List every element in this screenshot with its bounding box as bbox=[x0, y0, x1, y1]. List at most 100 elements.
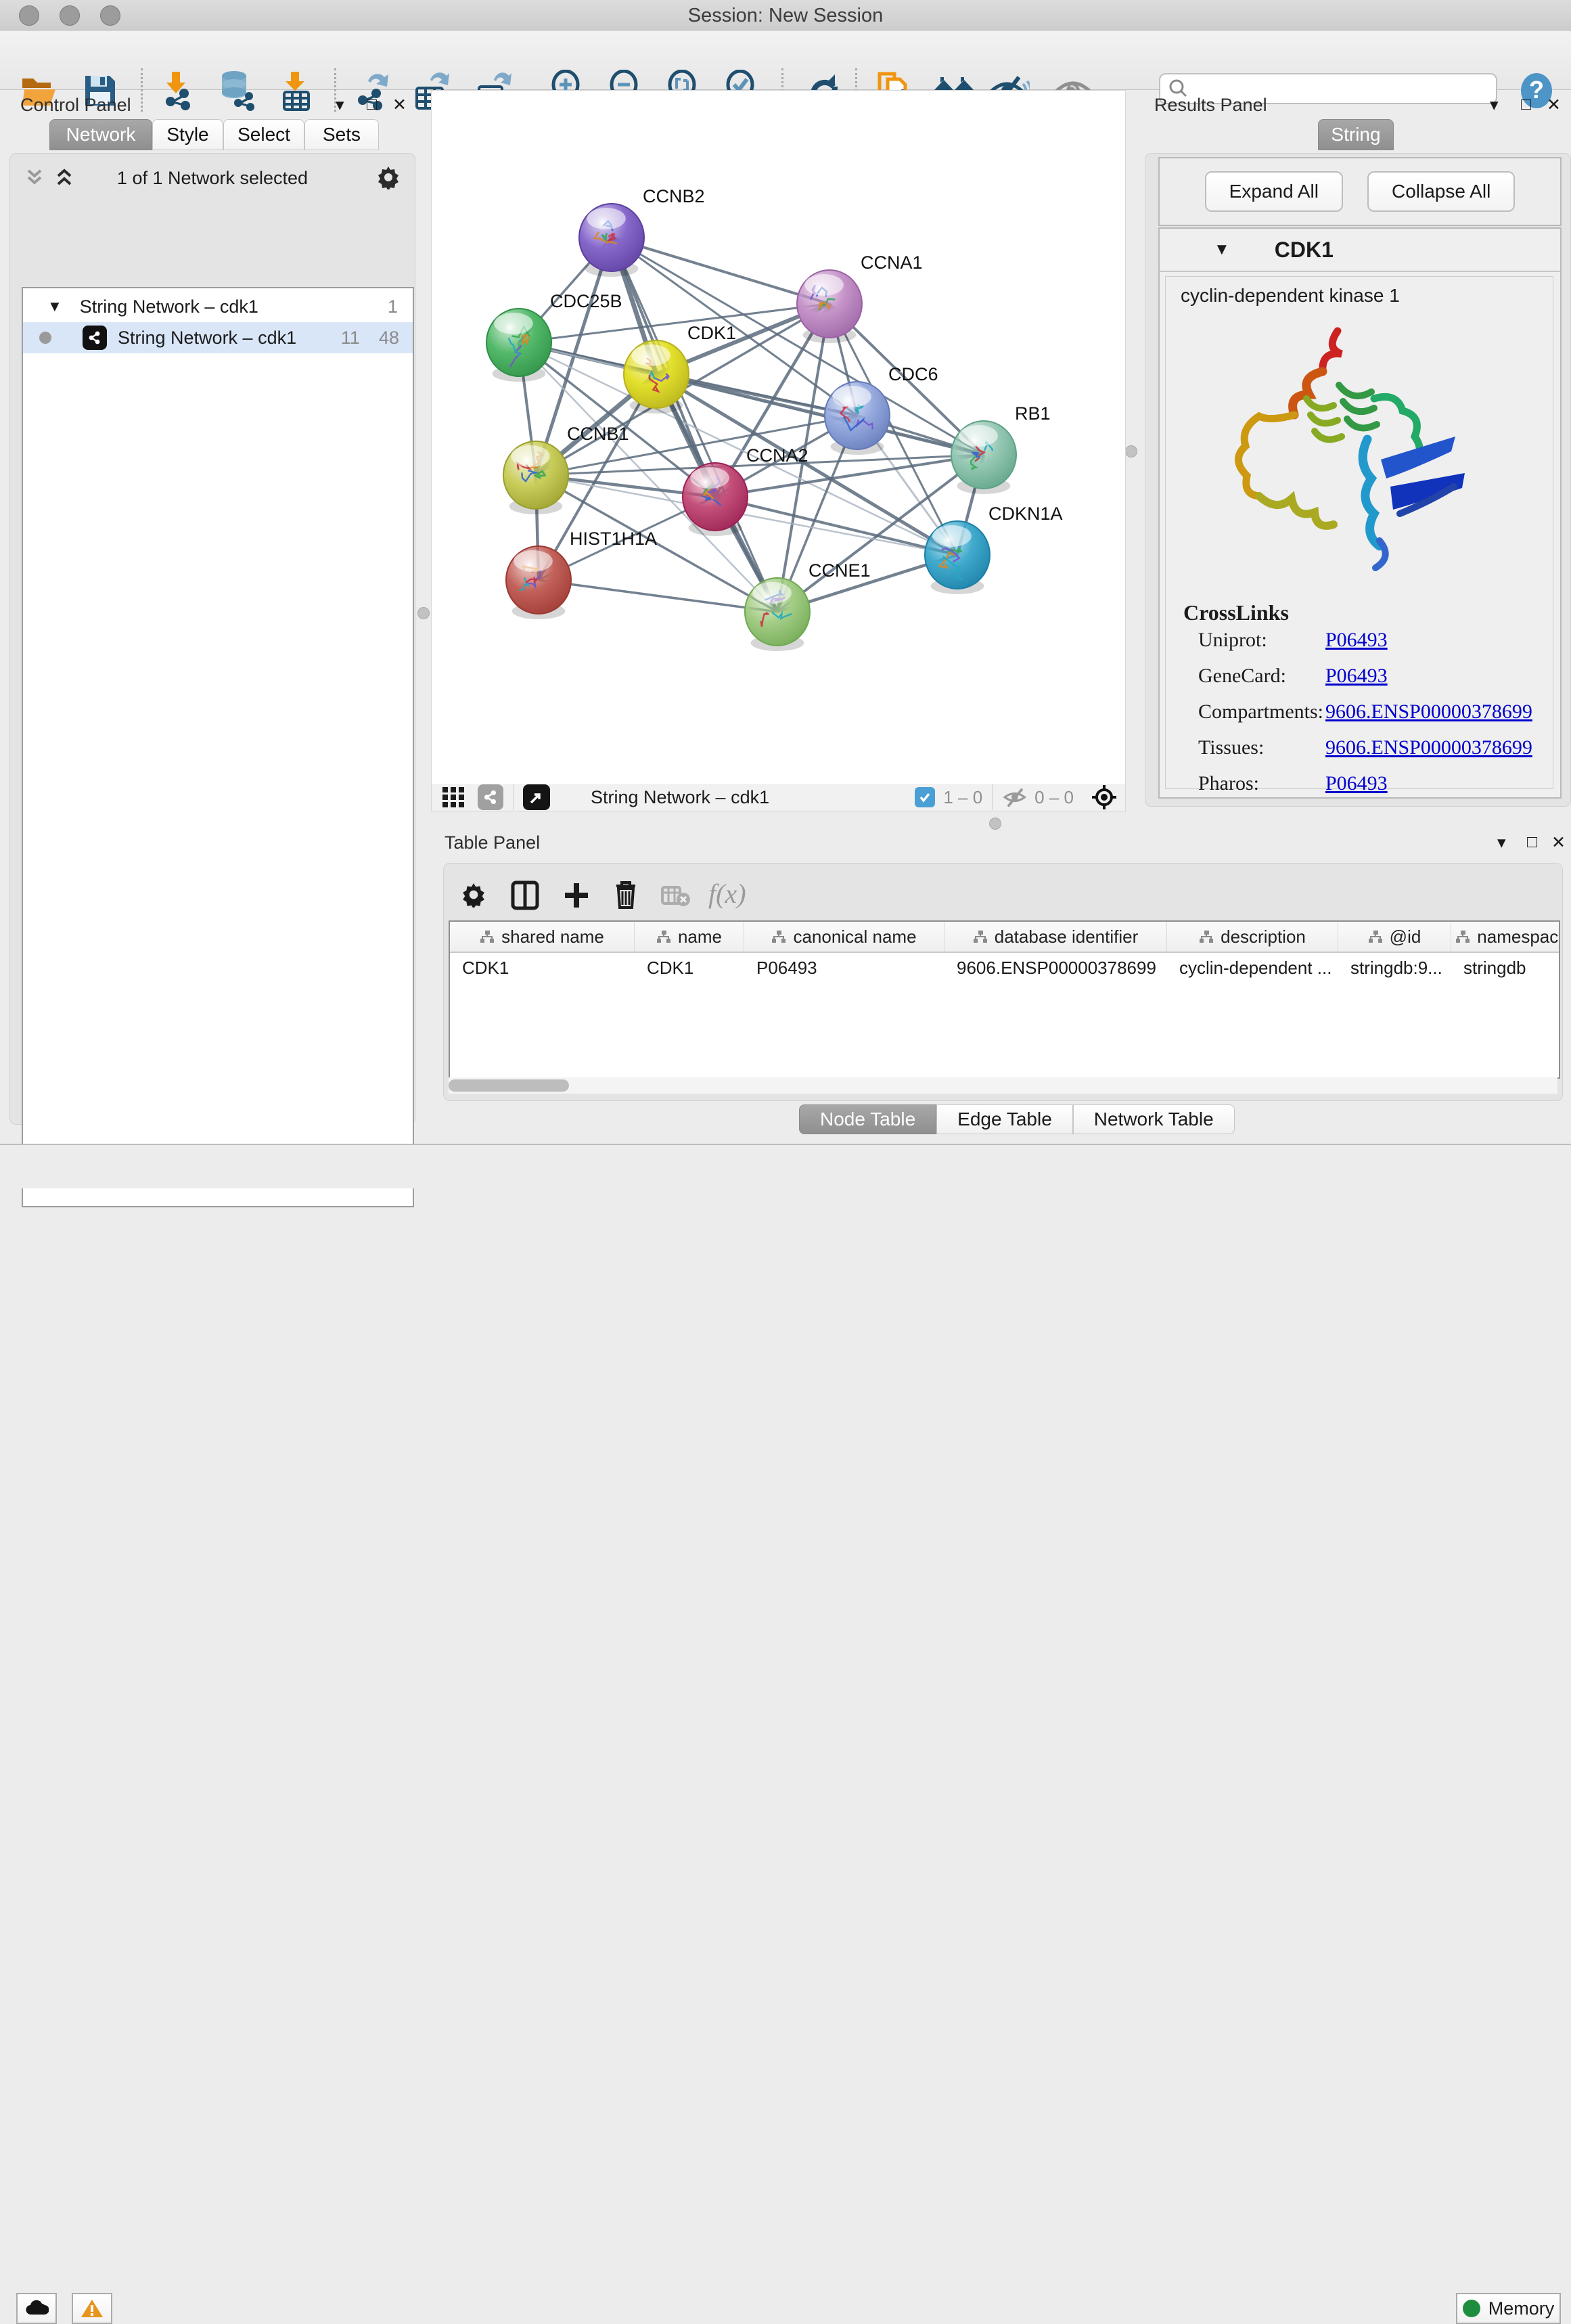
show-columns-icon[interactable] bbox=[511, 880, 539, 910]
tab-network[interactable]: Network bbox=[49, 119, 152, 150]
collapse-all-button[interactable]: Collapse All bbox=[1367, 171, 1515, 212]
left-splitter-handle[interactable] bbox=[417, 607, 430, 619]
hierarchy-icon bbox=[1455, 930, 1470, 943]
table-cell[interactable]: CDK1 bbox=[450, 953, 635, 983]
table-cell[interactable]: CDK1 bbox=[635, 953, 744, 983]
network-edge[interactable] bbox=[612, 238, 777, 612]
hierarchy-icon bbox=[771, 930, 786, 943]
network-selection-status: 1 of 1 Network selected bbox=[9, 168, 415, 189]
warning-status-button[interactable] bbox=[72, 2293, 112, 2324]
crosslink-link[interactable]: P06493 bbox=[1325, 772, 1388, 795]
node-label-ccne1: CCNE1 bbox=[809, 560, 871, 581]
protein-structure-image bbox=[1197, 317, 1481, 588]
cloud-icon bbox=[24, 2300, 49, 2317]
column-header-description[interactable]: description bbox=[1167, 922, 1338, 952]
crosslink-link[interactable]: 9606.ENSP00000378699 bbox=[1325, 736, 1532, 759]
table-panel-float-icon[interactable]: □ bbox=[1527, 832, 1537, 852]
table-panel-close-icon[interactable]: ✕ bbox=[1551, 832, 1566, 853]
column-header--id[interactable]: @id bbox=[1338, 922, 1451, 952]
network-edge[interactable] bbox=[612, 238, 829, 304]
table-cell[interactable]: stringdb bbox=[1451, 953, 1560, 983]
table-cell[interactable]: cyclin-dependent ... bbox=[1167, 953, 1338, 983]
node-label-ccnb1: CCNB1 bbox=[567, 424, 629, 444]
control-panel-close-icon[interactable]: ✕ bbox=[392, 95, 407, 115]
table-row[interactable]: CDK1CDK1P064939606.ENSP00000378699cyclin… bbox=[450, 953, 1559, 983]
network-view-toolbar: String Network – cdk1 1 – 0 0 – 0 bbox=[431, 784, 1126, 811]
birds-eye-view-icon[interactable] bbox=[441, 786, 467, 809]
tab-edge-table[interactable]: Edge Table bbox=[936, 1104, 1073, 1134]
crosslink-link[interactable]: 9606.ENSP00000378699 bbox=[1325, 700, 1532, 723]
memory-button[interactable]: Memory bbox=[1456, 2293, 1561, 2324]
results-panel-close-icon[interactable]: ✕ bbox=[1547, 95, 1561, 115]
gene-description: cyclin-dependent kinase 1 bbox=[1181, 285, 1400, 307]
function-builder-icon[interactable]: f(x) bbox=[708, 878, 746, 910]
table-header-row: shared namenamecanonical namedatabase id… bbox=[450, 922, 1559, 953]
network-collection-row[interactable]: ▼ String Network – cdk1 1 bbox=[23, 291, 413, 322]
gene-expander-icon[interactable]: ▼ bbox=[1214, 240, 1230, 259]
network-options-gear-icon[interactable] bbox=[376, 165, 401, 189]
crosslink-label: Pharos: bbox=[1198, 772, 1259, 795]
column-header-canonical-name[interactable]: canonical name bbox=[744, 922, 944, 952]
tab-node-table[interactable]: Node Table bbox=[799, 1104, 936, 1134]
network-tree: ▼ String Network – cdk1 1 String Network… bbox=[22, 287, 414, 1207]
results-buttons-box: Expand All Collapse All bbox=[1158, 157, 1562, 226]
crosslink-link[interactable]: P06493 bbox=[1325, 665, 1388, 688]
network-view-title: String Network – cdk1 bbox=[591, 787, 769, 808]
gene-detail-box: ▼ CDK1 cyclin-dependent kinase 1 bbox=[1158, 227, 1562, 799]
crosslink-label: Compartments: bbox=[1198, 700, 1323, 723]
expand-all-button[interactable]: Expand All bbox=[1205, 171, 1343, 212]
table-cell[interactable]: stringdb:9... bbox=[1338, 953, 1451, 983]
node-label-ccnb2: CCNB2 bbox=[643, 186, 705, 206]
gene-header-row[interactable]: ▼ CDK1 bbox=[1160, 229, 1560, 272]
string-tab-icon[interactable] bbox=[478, 784, 503, 810]
tab-sets[interactable]: Sets bbox=[304, 119, 379, 150]
crosslink-label: Uniprot: bbox=[1198, 629, 1267, 652]
hidden-eye-icon bbox=[1002, 786, 1029, 808]
tab-select[interactable]: Select bbox=[223, 119, 304, 150]
control-panel-menu-icon[interactable]: ▾ bbox=[336, 95, 344, 115]
status-bar: Memory bbox=[0, 1144, 1571, 1188]
column-header-shared-name[interactable]: shared name bbox=[450, 922, 635, 952]
add-column-icon[interactable] bbox=[562, 880, 591, 910]
tab-string[interactable]: String bbox=[1318, 119, 1394, 150]
table-panel-menu-icon[interactable]: ▾ bbox=[1497, 832, 1506, 853]
node-label-cdk1: CDK1 bbox=[687, 323, 736, 343]
delete-table-icon[interactable] bbox=[661, 885, 691, 908]
results-panel: Results Panel ▾ □ ✕ String Expand All Co… bbox=[1145, 89, 1571, 807]
results-panel-menu-icon[interactable]: ▾ bbox=[1490, 95, 1499, 115]
hierarchy-icon bbox=[973, 930, 988, 943]
table-gear-icon[interactable] bbox=[461, 882, 486, 908]
node-label-ccna2: CCNA2 bbox=[746, 445, 809, 466]
crosslink-label: GeneCard: bbox=[1198, 665, 1286, 688]
tab-network-table[interactable]: Network Table bbox=[1073, 1104, 1235, 1134]
network-edge[interactable] bbox=[539, 580, 777, 612]
toolbar-separator bbox=[513, 784, 514, 810]
crosslink-link[interactable]: P06493 bbox=[1325, 629, 1388, 652]
fit-content-crosshair-icon[interactable] bbox=[1091, 784, 1117, 810]
cloud-status-button[interactable] bbox=[16, 2293, 57, 2324]
selected-checkbox-icon[interactable] bbox=[915, 787, 935, 807]
table-cell[interactable]: P06493 bbox=[744, 953, 944, 983]
control-panel-float-icon[interactable]: □ bbox=[367, 95, 377, 114]
column-header-namespace[interactable]: namespace bbox=[1451, 922, 1560, 952]
right-splitter-handle[interactable] bbox=[1125, 445, 1137, 457]
results-panel-float-icon[interactable]: □ bbox=[1521, 95, 1531, 114]
column-header-name[interactable]: name bbox=[635, 922, 744, 952]
toolbar-separator bbox=[992, 784, 993, 810]
collection-label: String Network – cdk1 bbox=[80, 296, 258, 317]
gene-symbol: CDK1 bbox=[1275, 238, 1334, 263]
gene-detail-inner: cyclin-dependent kinase 1 bbox=[1165, 276, 1553, 789]
crosslink-label: Tissues: bbox=[1198, 736, 1264, 759]
detach-view-icon[interactable] bbox=[523, 784, 550, 810]
network-row[interactable]: String Network – cdk1 11 48 bbox=[23, 322, 413, 353]
network-view-canvas[interactable]: CCNB2CCNA1CDC25BCDK1CDC6RB1CCNB1CCNA2CDK… bbox=[431, 90, 1126, 785]
table-horizontal-scrollbar[interactable] bbox=[449, 1077, 1557, 1094]
table-scrollbar-thumb[interactable] bbox=[449, 1079, 569, 1092]
column-header-database-identifier[interactable]: database identifier bbox=[944, 922, 1167, 952]
table-cell[interactable]: 9606.ENSP00000378699 bbox=[944, 953, 1167, 983]
network-row-label: String Network – cdk1 bbox=[118, 328, 296, 349]
tab-style[interactable]: Style bbox=[152, 119, 223, 150]
node-label-ccna1: CCNA1 bbox=[861, 252, 923, 273]
delete-column-icon[interactable] bbox=[612, 879, 639, 910]
collection-expander-icon[interactable]: ▼ bbox=[47, 298, 62, 315]
